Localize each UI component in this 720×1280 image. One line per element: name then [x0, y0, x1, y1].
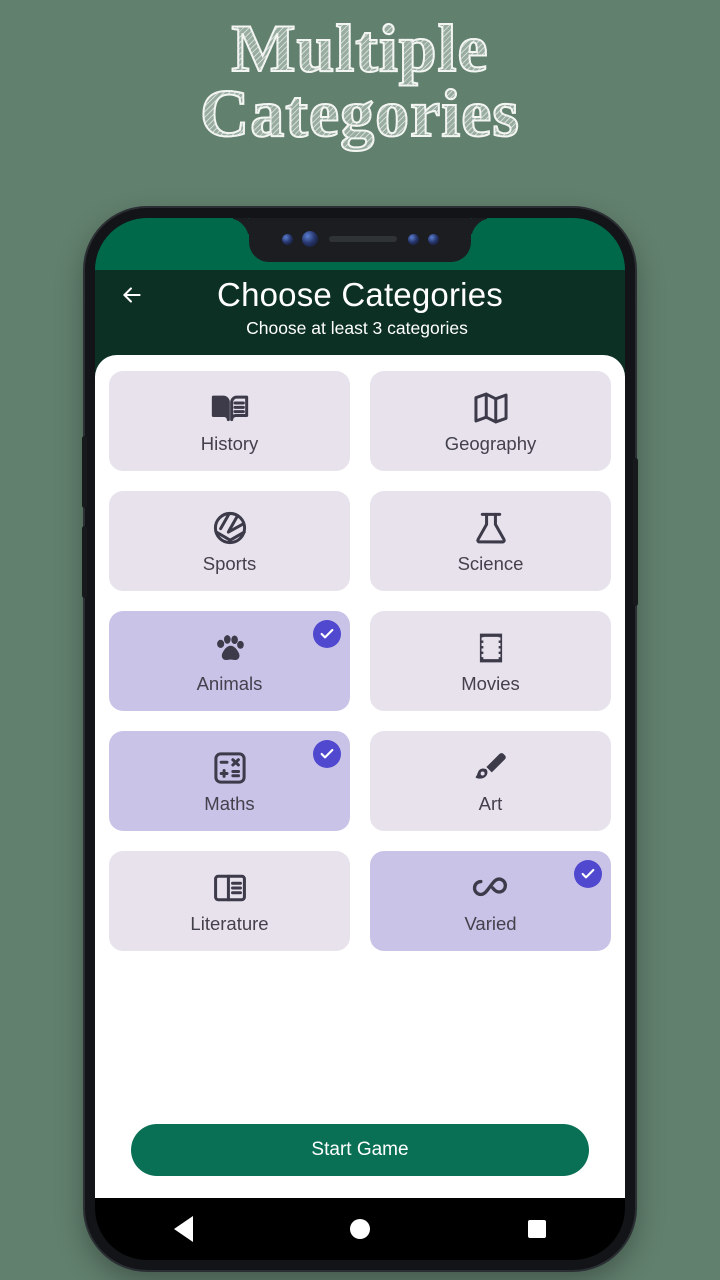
category-label: Animals	[196, 673, 263, 694]
infinity-icon	[470, 867, 512, 909]
category-label: Maths	[204, 793, 255, 814]
app-screen: Choose Categories Choose at least 3 cate…	[95, 218, 625, 1260]
category-card-sports[interactable]: Sports	[109, 491, 350, 591]
category-label: Varied	[464, 913, 517, 934]
category-label: Art	[478, 793, 503, 814]
check-icon	[574, 860, 602, 888]
phone-screen-bezel: Choose Categories Choose at least 3 cate…	[95, 218, 625, 1260]
proximity-sensor-icon	[407, 233, 419, 245]
volume-up-button[interactable]	[82, 436, 87, 508]
phone-mockup: Choose Categories Choose at least 3 cate…	[82, 208, 638, 1270]
cta-container: Start Game	[109, 1124, 611, 1198]
promo-headline-line-1: Multiple	[230, 10, 489, 86]
arrow-left-icon[interactable]	[113, 276, 151, 314]
app-bar: Choose Categories Choose at least 3 cate…	[95, 270, 625, 355]
category-label: Movies	[461, 673, 520, 694]
sheet-spacer	[109, 951, 611, 1124]
article-icon	[211, 867, 249, 909]
promo-headline-line-2: Categories	[199, 75, 520, 152]
category-label: Literature	[190, 913, 269, 934]
category-card-varied[interactable]: Varied	[370, 851, 611, 951]
flask-icon	[472, 507, 510, 549]
category-grid: History Geography Sports Science Animals…	[109, 371, 611, 951]
check-icon	[313, 620, 341, 648]
film-strip-icon	[473, 627, 509, 669]
display-notch	[249, 218, 471, 262]
ambient-light-sensor-icon	[427, 233, 439, 245]
sensor-icon	[281, 233, 293, 245]
category-label: History	[200, 433, 259, 454]
category-label: Sports	[202, 553, 257, 574]
app-bar-row: Choose Categories	[95, 276, 625, 314]
square-recents-icon[interactable]	[505, 1209, 569, 1249]
folded-map-icon	[472, 387, 510, 429]
circle-home-icon[interactable]	[328, 1209, 392, 1249]
triangle-back-icon[interactable]	[151, 1209, 215, 1249]
front-camera-icon	[301, 231, 318, 247]
android-navigation-bar	[95, 1198, 625, 1260]
volume-down-button[interactable]	[82, 526, 87, 598]
status-bar	[95, 218, 625, 270]
check-icon	[313, 740, 341, 768]
category-card-geography[interactable]: Geography	[370, 371, 611, 471]
start-game-button[interactable]: Start Game	[131, 1124, 589, 1176]
category-card-animals[interactable]: Animals	[109, 611, 350, 711]
volleyball-icon	[211, 507, 249, 549]
category-card-science[interactable]: Science	[370, 491, 611, 591]
category-card-literature[interactable]: Literature	[109, 851, 350, 951]
category-card-movies[interactable]: Movies	[370, 611, 611, 711]
content-sheet: History Geography Sports Science Animals…	[95, 355, 625, 1198]
category-card-maths[interactable]: Maths	[109, 731, 350, 831]
earpiece-speaker-icon	[328, 236, 397, 242]
category-card-history[interactable]: History	[109, 371, 350, 471]
category-label: Science	[457, 553, 524, 574]
open-book-icon	[210, 387, 250, 429]
category-label: Geography	[444, 433, 537, 454]
promo-headline: Multiple Categories	[0, 10, 720, 152]
paw-print-icon	[211, 627, 249, 669]
page-title: Choose Categories	[217, 276, 503, 313]
paintbrush-icon	[472, 747, 510, 789]
power-button[interactable]	[633, 458, 638, 606]
page-subtitle: Choose at least 3 categories	[246, 318, 468, 338]
calculator-icon	[211, 747, 249, 789]
category-card-art[interactable]: Art	[370, 731, 611, 831]
